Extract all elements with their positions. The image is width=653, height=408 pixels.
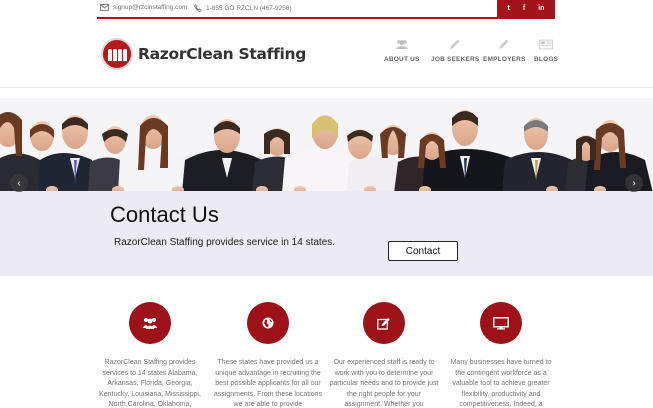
social-links: t f in	[497, 0, 555, 17]
phone-icon	[194, 4, 202, 12]
linkedin-icon[interactable]: in	[538, 5, 544, 12]
hero-slider	[0, 98, 653, 276]
hero-banner	[0, 191, 653, 276]
feature-text: Many businesses have turned to the conti…	[450, 359, 552, 408]
users-icon	[129, 302, 171, 344]
nav-about-us-label: ABOUT US	[384, 56, 420, 63]
monitor-icon	[480, 302, 522, 344]
pencil-icon	[497, 38, 511, 50]
twitter-icon[interactable]: t	[508, 5, 510, 12]
phone-contact[interactable]: 1-855 GO RZCLN (467-9256)	[194, 4, 292, 12]
logo-badge-icon	[101, 38, 133, 70]
brand-name: RazorClean Staffing	[138, 45, 307, 63]
top-bar: signup@rzclnstaffing.com 1-855 GO RZCLN …	[0, 0, 653, 19]
nav-blogs[interactable]: BLOGS	[534, 38, 558, 63]
feature-text: Our experienced staff is ready to work w…	[329, 359, 439, 408]
feature-column: Many businesses have turned to the conti…	[446, 302, 556, 408]
email-contact[interactable]: signup@rzclnstaffing.com	[100, 4, 187, 11]
hero-subtitle: RazorClean Staffing provides service in …	[114, 237, 336, 248]
feature-column: RazorClean Staffing provides services to…	[95, 302, 205, 408]
phone-text: 1-855 GO RZCLN (467-9256)	[206, 4, 292, 12]
hero-title: Contact Us	[110, 202, 219, 227]
envelope-icon	[100, 4, 109, 11]
contact-button[interactable]: Contact	[388, 241, 458, 261]
nav-job-seekers[interactable]: JOB SEEKERS	[431, 38, 479, 63]
nav-blogs-label: BLOGS	[534, 56, 559, 63]
pencil-icon	[448, 38, 462, 50]
slider-prev-arrow[interactable]: ‹	[10, 174, 28, 192]
site-logo[interactable]: RazorClean Staffing	[101, 38, 306, 70]
feature-column: Our experienced staff is ready to work w…	[329, 302, 439, 408]
people-icon	[395, 38, 409, 50]
facebook-icon[interactable]: f	[523, 5, 525, 12]
nav-about-us[interactable]: ABOUT US	[384, 38, 420, 63]
globe-icon	[247, 302, 289, 344]
feature-text: These states have provided us a unique a…	[213, 359, 323, 408]
feature-column: These states have provided us a unique a…	[213, 302, 323, 408]
nav-job-seekers-label: JOB SEEKERS	[431, 56, 480, 63]
nav-employers[interactable]: EMPLOYERS	[483, 38, 526, 63]
edit-icon	[363, 302, 405, 344]
top-divider	[97, 17, 555, 19]
team-photo	[0, 98, 653, 193]
slider-next-arrow[interactable]: ›	[625, 174, 643, 192]
email-text: signup@rzclnstaffing.com	[113, 4, 188, 11]
image-icon	[539, 38, 554, 50]
header-divider	[0, 87, 653, 88]
nav-employers-label: EMPLOYERS	[483, 56, 526, 63]
feature-text: RazorClean Staffing provides services to…	[99, 359, 201, 408]
